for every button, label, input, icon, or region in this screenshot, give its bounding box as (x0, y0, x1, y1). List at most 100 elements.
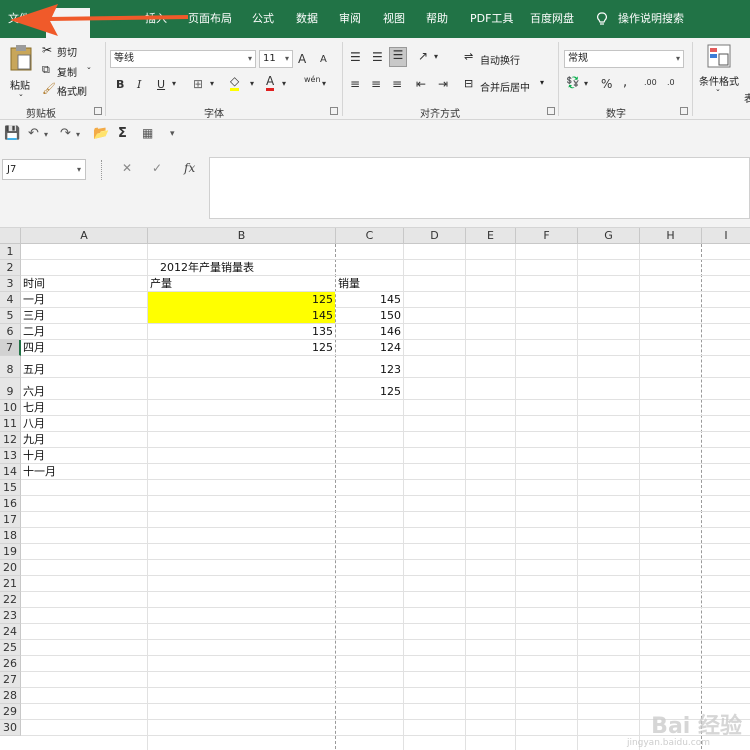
percent-button[interactable]: % (601, 77, 612, 91)
column-header-b[interactable]: B (148, 228, 336, 244)
copy-button[interactable]: ⧉ 复制 ⌄ (42, 63, 98, 79)
row-header-4[interactable]: 4 (0, 292, 21, 308)
format-icon[interactable]: ▦ (142, 126, 153, 140)
column-header-f[interactable]: F (516, 228, 578, 244)
output-value-cell[interactable]: 125 (148, 340, 336, 356)
row-header-25[interactable]: 25 (0, 640, 21, 656)
sheet-title[interactable]: 2012年产量销量表 (160, 260, 254, 276)
column-header-c[interactable]: C (336, 228, 404, 244)
row-header-30[interactable]: 30 (0, 720, 21, 736)
decrease-decimal-icon[interactable]: .0 (667, 78, 675, 87)
month-cell[interactable]: 六月 (23, 384, 45, 400)
sales-value-cell[interactable]: 146 (336, 324, 404, 340)
row-header-17[interactable]: 17 (0, 512, 21, 528)
chevron-down-icon[interactable]: ▾ (210, 79, 214, 88)
header-sales[interactable]: 销量 (338, 276, 360, 292)
row-header-10[interactable]: 10 (0, 400, 21, 416)
month-cell[interactable]: 三月 (23, 308, 45, 324)
column-header-g[interactable]: G (578, 228, 640, 244)
row-header-15[interactable]: 15 (0, 480, 21, 496)
decrease-indent-icon[interactable]: ⇤ (416, 77, 426, 91)
grow-font-button[interactable]: A (298, 52, 306, 66)
column-header-i[interactable]: I (702, 228, 750, 244)
row-header-24[interactable]: 24 (0, 624, 21, 640)
dialog-launcher-icon[interactable] (547, 107, 555, 115)
chevron-down-icon[interactable]: ▾ (250, 79, 254, 88)
phonetic-button[interactable]: wén (304, 75, 321, 84)
select-all-corner[interactable] (0, 228, 21, 244)
tab-7[interactable]: 视图 (383, 0, 405, 38)
align-center-icon[interactable]: ≡ (371, 77, 381, 91)
tab-8[interactable]: 帮助 (426, 0, 448, 38)
row-header-1[interactable]: 1 (0, 244, 21, 260)
chevron-down-icon[interactable]: ▾ (584, 79, 588, 88)
tab-5[interactable]: 数据 (296, 0, 318, 38)
row-header-14[interactable]: 14 (0, 464, 21, 480)
row-header-27[interactable]: 27 (0, 672, 21, 688)
wrap-text-button[interactable]: ⇌ 自动换行 (464, 50, 534, 67)
format-painter-button[interactable]: 🖌 格式刷 (42, 82, 98, 98)
underline-button[interactable]: U (157, 78, 165, 91)
row-header-9[interactable]: 9 (0, 378, 21, 400)
column-header-a[interactable]: A (21, 228, 148, 244)
row-header-22[interactable]: 22 (0, 592, 21, 608)
row-header-20[interactable]: 20 (0, 560, 21, 576)
redo-icon[interactable]: ↷ (60, 126, 71, 141)
orientation-icon[interactable]: ↗ (418, 49, 428, 63)
comma-button[interactable]: , (623, 75, 627, 90)
chevron-down-icon[interactable]: ▾ (434, 52, 438, 61)
align-middle-icon[interactable]: ☰ (372, 50, 383, 64)
chevron-down-icon[interactable]: ▾ (172, 79, 176, 88)
cut-button[interactable]: ✂ 剪切 (42, 43, 92, 59)
row-header-19[interactable]: 19 (0, 544, 21, 560)
row-header-5[interactable]: 5 (0, 308, 21, 324)
formula-input[interactable] (209, 157, 750, 219)
spreadsheet-grid[interactable]: A B C D E F G H I 1 2 3 4 5 6 7 8 9 10 11 12 13 14 15 16 17 18 19 20… (0, 228, 750, 750)
row-header-28[interactable]: 28 (0, 688, 21, 704)
conditional-format-button[interactable]: 条件格式 ⌄ (697, 44, 747, 98)
header-output[interactable]: 产量 (150, 276, 172, 292)
month-cell[interactable]: 九月 (23, 432, 45, 448)
save-icon[interactable]: 💾 (4, 126, 20, 141)
row-header-6[interactable]: 6 (0, 324, 21, 340)
column-header-d[interactable]: D (404, 228, 466, 244)
row-header-16[interactable]: 16 (0, 496, 21, 512)
row-header-3[interactable]: 3 (0, 276, 21, 292)
month-cell[interactable]: 十月 (23, 448, 45, 464)
paste-button[interactable]: 粘贴 ⌄ (4, 42, 38, 100)
customize-toolbar-icon[interactable]: ▾ (170, 129, 175, 139)
tab-11[interactable]: 操作说明搜索 (618, 0, 684, 38)
font-name-select[interactable]: 等线 ▾ (110, 50, 256, 68)
align-top-icon[interactable]: ☰ (350, 50, 361, 64)
month-cell[interactable]: 八月 (23, 416, 45, 432)
undo-icon[interactable]: ↶ (28, 126, 39, 141)
name-box[interactable]: J7 ▾ (2, 159, 86, 180)
cancel-icon[interactable]: ✕ (122, 161, 132, 175)
month-cell[interactable]: 五月 (23, 362, 45, 378)
bold-button[interactable]: B (116, 78, 124, 91)
row-header-29[interactable]: 29 (0, 704, 21, 720)
tab-10[interactable]: 百度网盘 (530, 0, 574, 38)
accounting-icon[interactable]: 💱 (566, 76, 580, 89)
table-format-partial-label[interactable]: 表 (744, 90, 750, 105)
sales-value-cell[interactable]: 145 (336, 292, 404, 308)
confirm-icon[interactable]: ✓ (152, 161, 162, 175)
header-time[interactable]: 时间 (23, 276, 45, 292)
column-header-h[interactable]: H (640, 228, 702, 244)
sales-value-cell[interactable]: 123 (336, 362, 404, 378)
row-header-2[interactable]: 2 (0, 260, 21, 276)
font-color-button[interactable]: A (266, 74, 275, 91)
month-cell[interactable]: 十一月 (23, 464, 56, 480)
row-header-18[interactable]: 18 (0, 528, 21, 544)
increase-decimal-icon[interactable]: .00 (644, 78, 657, 87)
row-header-21[interactable]: 21 (0, 576, 21, 592)
shrink-font-button[interactable]: A (320, 54, 327, 65)
autosum-icon[interactable]: Σ (118, 126, 127, 141)
dialog-launcher-icon[interactable] (680, 107, 688, 115)
increase-indent-icon[interactable]: ⇥ (438, 77, 448, 91)
output-value-cell[interactable]: 125 (148, 292, 336, 308)
italic-button[interactable]: I (137, 78, 141, 91)
row-header-13[interactable]: 13 (0, 448, 21, 464)
align-right-icon[interactable]: ≡ (392, 77, 402, 91)
chevron-down-icon[interactable]: ▾ (282, 79, 286, 88)
